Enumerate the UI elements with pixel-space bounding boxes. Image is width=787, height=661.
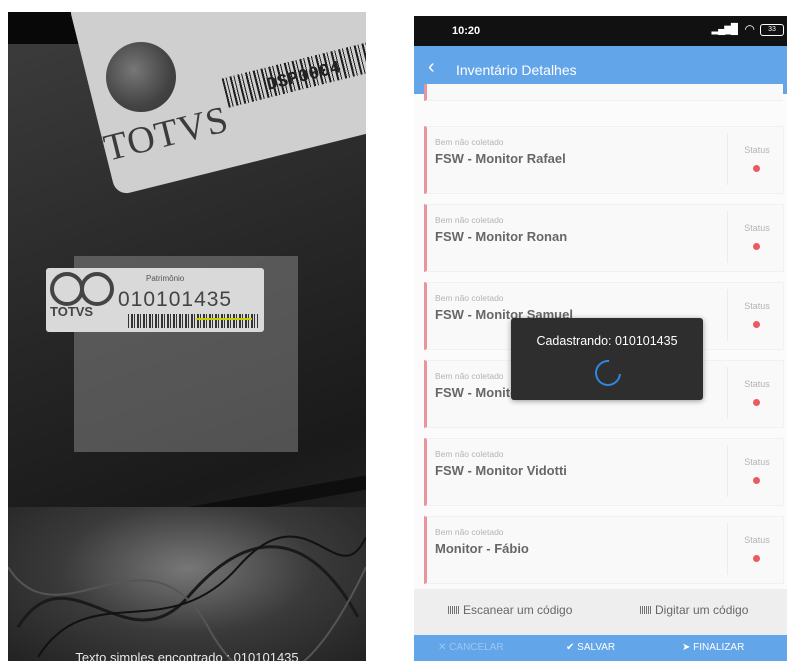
label-brand: TOTVS [50,304,94,319]
scan-result-text: Texto simples encontrado : 010101435 [75,650,299,661]
label-logo-icon [80,272,114,306]
spinner-icon [589,354,627,392]
label-heading: Patrimônio [146,274,185,283]
label-number: 010101435 [118,288,233,311]
loading-dialog: Cadastrando: 010101435 [511,318,703,400]
signal-icon: ▂▄▆█ [711,24,738,35]
cables-photo [8,507,366,661]
loading-text: Cadastrando: 010101435 [536,334,678,348]
label-logo-icon [50,272,84,306]
label-barcode-icon [128,314,258,328]
status-time: 10:20 [452,25,481,37]
globe-logo-icon [106,42,176,112]
status-bar: 10:20 ▂▄▆█ ◠ 33 [414,16,787,46]
battery-icon: 33 [760,24,784,36]
asset-label-photo: Patrimônio 010101435 TOTVS [46,268,264,332]
camera-scanner-view: TOTVS DSP0004 Patrimônio 010101435 TOTVS… [8,12,366,661]
phone-app-screen: 10:20 ▂▄▆█ ◠ 33 ‹ Inventário Detalhes Be… [414,16,787,661]
scan-line [196,318,252,320]
wifi-icon: ◠ [744,22,755,36]
